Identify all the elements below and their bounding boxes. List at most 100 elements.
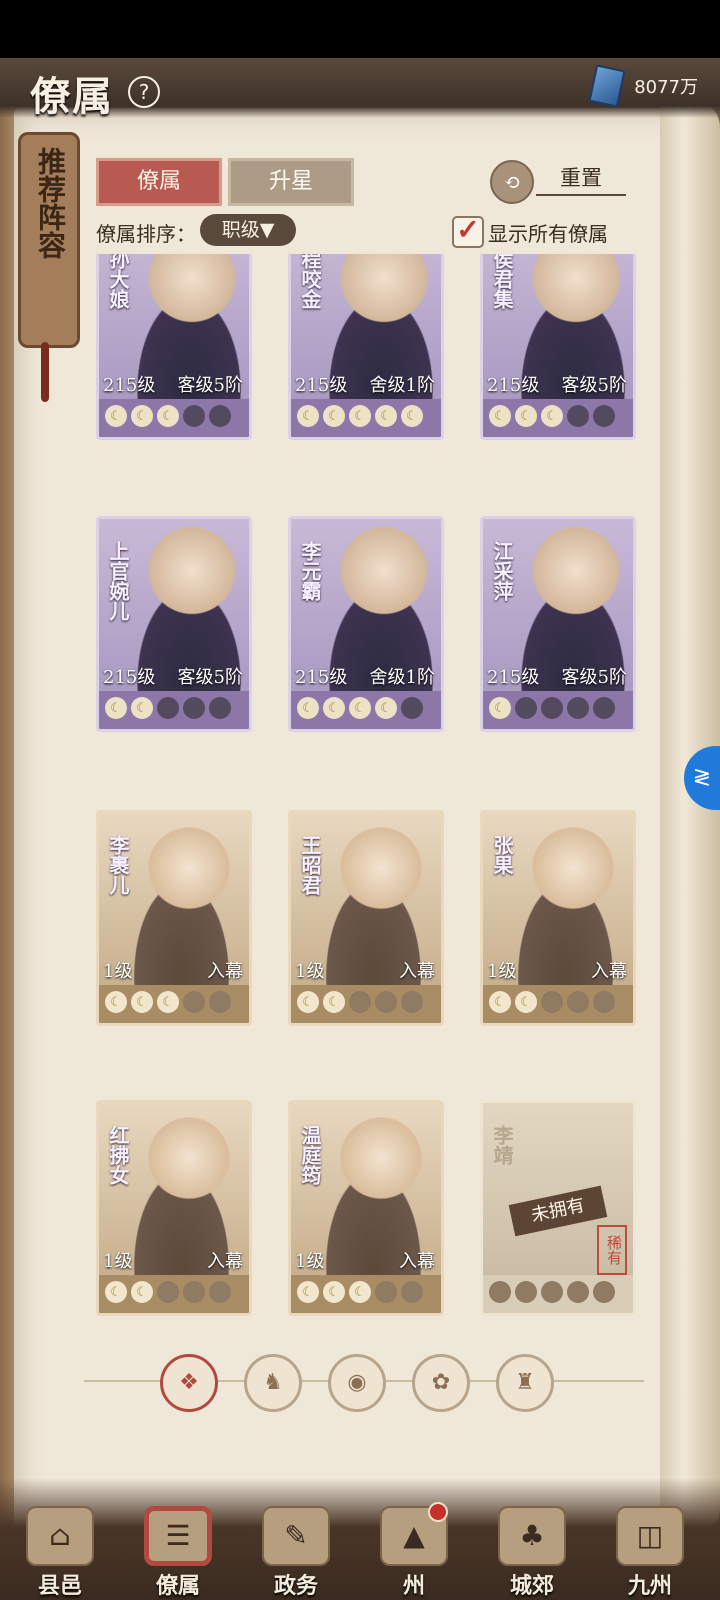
subordinate-card[interactable]: 侯君集 215级 客级5阶 ☾ ☾ ☾ <box>480 254 636 440</box>
star-pips: ☾ ☾ ☾ <box>489 405 615 427</box>
subordinate-card[interactable]: 孙大娘 215级 客级5阶 ☾ ☾ ☾ <box>96 254 252 440</box>
filter-gourd-icon[interactable]: ◉ <box>328 1354 386 1412</box>
star-pips: ☾ ☾ <box>105 1281 231 1303</box>
tab-star-up[interactable]: 升星 <box>228 158 354 206</box>
moon-pip-empty-icon <box>183 405 205 427</box>
moon-pip-filled-icon: ☾ <box>541 405 563 427</box>
subordinate-card[interactable]: 红拂女 1级 入幕 ☾ ☾ <box>96 1100 252 1316</box>
moon-pip-filled-icon: ☾ <box>105 405 127 427</box>
subordinate-level: 215级 <box>103 375 156 396</box>
moon-pip-empty-icon <box>567 991 589 1013</box>
subordinate-card[interactable]: 李裹儿 1级 入幕 ☾ ☾ ☾ <box>96 810 252 1026</box>
star-pips: ☾ ☾ <box>297 991 423 1013</box>
subordinate-name: 侯君集 <box>490 254 514 309</box>
filter-fan-icon[interactable]: ✿ <box>412 1354 470 1412</box>
sort-dropdown[interactable]: 职级▼ <box>200 214 296 246</box>
moon-pip-filled-icon: ☾ <box>131 697 153 719</box>
status-bar <box>0 0 720 58</box>
moon-pip-empty-icon <box>209 1281 231 1303</box>
subordinate-card[interactable]: 李靖 未拥有 稀有 <box>480 1100 636 1316</box>
star-pips: ☾ ☾ ☾ <box>297 1281 423 1303</box>
moon-pip-filled-icon: ☾ <box>297 991 319 1013</box>
subordinate-level: 1级 <box>487 961 517 982</box>
subordinate-card[interactable]: 张果 1级 入幕 ☾ ☾ <box>480 810 636 1026</box>
nav-suburb[interactable]: ♣ 城郊 <box>480 1506 584 1599</box>
star-pips: ☾ <box>489 697 615 719</box>
subordinate-card[interactable]: 李元霸 215级 舍级1阶 ☾ ☾ ☾ ☾ <box>288 516 444 732</box>
moon-pip-empty-icon <box>209 697 231 719</box>
subordinate-name: 王昭君 <box>298 835 322 895</box>
nav-affairs[interactable]: ✎ 政务 <box>244 1506 348 1599</box>
star-pips: ☾ ☾ <box>105 697 231 719</box>
filter-all-icon[interactable]: ❖ <box>160 1354 218 1412</box>
subordinate-card[interactable]: 上官婉儿 215级 客级5阶 ☾ ☾ <box>96 516 252 732</box>
nav-nine-states[interactable]: ◫ 九州 <box>598 1506 702 1599</box>
filter-horse-icon[interactable]: ♞ <box>244 1354 302 1412</box>
subordinate-name: 江采萍 <box>490 541 514 601</box>
subordinate-name: 张果 <box>490 835 514 875</box>
moon-pip-empty-icon <box>567 1281 589 1303</box>
subordinate-level: 1级 <box>295 1251 325 1272</box>
subordinate-card[interactable]: 江采萍 215级 客级5阶 ☾ <box>480 516 636 732</box>
subordinate-rank: 入幕 <box>399 961 435 982</box>
subordinate-card[interactable]: 温庭筠 1级 入幕 ☾ ☾ ☾ <box>288 1100 444 1316</box>
reset-button[interactable]: 重置 <box>536 162 626 196</box>
scroll-tassel <box>41 342 49 402</box>
notification-dot <box>428 1502 448 1522</box>
reset-icon[interactable]: ⟲ <box>490 160 534 204</box>
star-pips: ☾ ☾ <box>489 991 615 1013</box>
moon-pip-empty-icon <box>593 405 615 427</box>
subordinate-card[interactable]: 王昭君 1级 入幕 ☾ ☾ <box>288 810 444 1026</box>
nav-county[interactable]: ⌂ 县邑 <box>8 1506 112 1599</box>
game-scene: 僚属 ? 8077万 推荐阵容 僚属 升星 ⟲ 重置 僚属排序： 职级▼ ✓ 显… <box>0 58 720 1600</box>
star-pips <box>489 1281 615 1303</box>
subordinate-grid: 孙大娘 215级 客级5阶 ☾ ☾ ☾ 程咬金 215级 舍级1阶 ☾ ☾ ☾ ☾ ☾ 侯君集 215级 客级5… <box>96 254 636 1344</box>
subordinate-rank: 客级5阶 <box>177 375 243 396</box>
nav-state[interactable]: ▲ 州 <box>362 1502 466 1599</box>
show-all-checkbox[interactable]: ✓ <box>452 216 484 248</box>
moon-pip-filled-icon: ☾ <box>105 697 127 719</box>
sort-label: 僚属排序： <box>96 222 196 246</box>
nav-county-label: 县邑 <box>37 1573 82 1599</box>
moon-pip-empty-icon <box>567 405 589 427</box>
moon-pip-filled-icon: ☾ <box>105 1281 127 1303</box>
tab-subordinates[interactable]: 僚属 <box>96 158 222 206</box>
filter-lion-icon[interactable]: ♜ <box>496 1354 554 1412</box>
moon-pip-filled-icon: ☾ <box>375 405 397 427</box>
moon-pip-filled-icon: ☾ <box>401 405 423 427</box>
currency-value: 8077万 <box>634 77 698 98</box>
moon-pip-empty-icon <box>401 1281 423 1303</box>
subordinate-card[interactable]: 程咬金 215级 舍级1阶 ☾ ☾ ☾ ☾ ☾ <box>288 254 444 440</box>
affairs-icon: ✎ <box>262 1506 330 1566</box>
nav-affairs-label: 政务 <box>273 1573 318 1599</box>
moon-pip-empty-icon <box>157 697 179 719</box>
recommended-lineup-scroll[interactable]: 推荐阵容 <box>18 132 80 348</box>
star-pips: ☾ ☾ ☾ ☾ <box>297 697 423 719</box>
nav-state-label: 州 <box>402 1573 425 1599</box>
moon-pip-empty-icon <box>183 697 205 719</box>
subordinate-rank: 入幕 <box>399 1251 435 1272</box>
moon-pip-empty-icon <box>183 1281 205 1303</box>
moon-pip-empty-icon <box>157 1281 179 1303</box>
subordinate-name: 上官婉儿 <box>106 541 130 621</box>
moon-pip-filled-icon: ☾ <box>157 405 179 427</box>
rarity-seal: 稀有 <box>597 1225 627 1275</box>
help-icon[interactable]: ? <box>128 76 160 108</box>
book-currency-icon <box>588 64 626 108</box>
nine-states-icon: ◫ <box>616 1506 684 1566</box>
nav-subordinates[interactable]: ☰ 僚属 <box>126 1506 230 1599</box>
moon-pip-empty-icon <box>515 1281 537 1303</box>
moon-pip-filled-icon: ☾ <box>297 1281 319 1303</box>
subordinate-rank: 入幕 <box>207 961 243 982</box>
moon-pip-filled-icon: ☾ <box>131 991 153 1013</box>
moon-pip-filled-icon: ☾ <box>323 405 345 427</box>
moon-pip-filled-icon: ☾ <box>515 405 537 427</box>
faction-filter-bar: ❖ ♞ ◉ ✿ ♜ <box>160 1354 554 1412</box>
moon-pip-empty-icon <box>515 697 537 719</box>
moon-pip-filled-icon: ☾ <box>515 991 537 1013</box>
subordinate-rank: 客级5阶 <box>177 667 243 688</box>
subordinate-rank: 客级5阶 <box>561 667 627 688</box>
subordinate-level: 1级 <box>103 961 133 982</box>
moon-pip-empty-icon <box>401 991 423 1013</box>
moon-pip-filled-icon: ☾ <box>323 991 345 1013</box>
